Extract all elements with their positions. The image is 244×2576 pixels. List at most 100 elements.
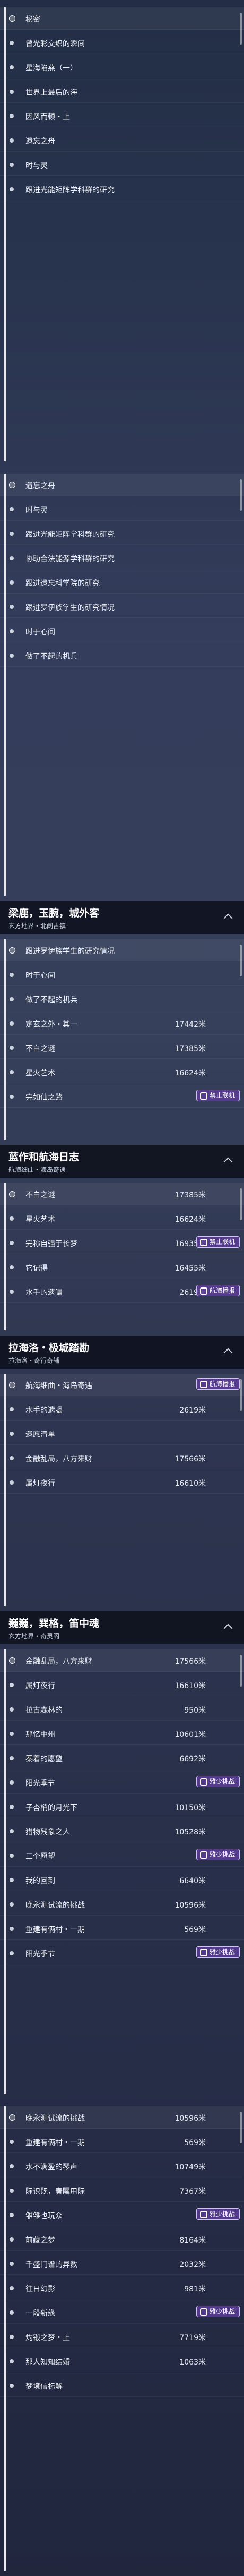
quest-list-item[interactable]: 做了不起的机兵 xyxy=(0,988,244,1010)
quest-name: 往日幻影 xyxy=(25,2285,55,2293)
quest-list-item[interactable]: 前藏之梦 8164米 xyxy=(0,2228,244,2251)
quest-list-item[interactable]: 金融乱局，八方来财 17566米 xyxy=(0,1649,244,1672)
quest-list-item[interactable]: 雏雏也玩众 雅少挑战 xyxy=(0,2204,244,2226)
scrollbar[interactable] xyxy=(240,2112,242,2143)
quest-list-item[interactable]: 一段新缘 雅少挑战 xyxy=(0,2301,244,2324)
quest-chapter-header[interactable]: 蓝作和航海日志 航海细曲・海岛奇遇 xyxy=(0,1145,244,1178)
quest-list-item[interactable]: 属灯夜行 16610米 xyxy=(0,1471,244,1494)
quest-list-item[interactable]: 时于心间 xyxy=(0,964,244,986)
quest-list-item[interactable]: 灼锻之梦・上 7719米 xyxy=(0,2326,244,2348)
quest-status-badge: 禁止联机 xyxy=(196,1090,240,1101)
quest-marker-icon xyxy=(10,114,14,118)
quest-marker-icon xyxy=(10,2335,14,2339)
scrollbar[interactable] xyxy=(240,945,242,976)
quest-name: 阳光季节 xyxy=(25,1950,55,1959)
quest-list-item[interactable]: 秦着的愿望 6692米 xyxy=(0,1747,244,1769)
scrollbar[interactable] xyxy=(240,1379,242,1411)
chevron-up-icon[interactable] xyxy=(223,1348,233,1357)
quest-list-item[interactable]: 协助合法能源学科群的研究 xyxy=(0,547,244,569)
quest-list-item[interactable]: 猎物残象之人 10528米 xyxy=(0,1820,244,1842)
quest-list-item[interactable]: 子杏梢的月光下 10150米 xyxy=(0,1796,244,1818)
quest-name: 因风而顿・上 xyxy=(25,113,70,121)
chevron-up-icon[interactable] xyxy=(223,1624,233,1633)
quest-list-item[interactable]: 曾光彩交织的瞬间 xyxy=(0,32,244,54)
quest-list-item[interactable]: 不白之谜 17385米 xyxy=(0,1183,244,1205)
quest-list-item[interactable]: 它记得 16455米 xyxy=(0,1256,244,1278)
chevron-up-icon[interactable] xyxy=(223,913,233,923)
quest-list-item[interactable]: 因风而顿・上 xyxy=(0,105,244,127)
quest-list-item[interactable]: 跟进光能矩阵学科群的研究 xyxy=(0,523,244,545)
quest-chapter-header[interactable]: 梁鹿，玉腕，城外客 玄方地界・北阔古镇 xyxy=(0,901,244,934)
quest-list-item[interactable]: 千盛门谱的异数 2032米 xyxy=(0,2253,244,2275)
chapter-location: 玄方地界・奇灵阁 xyxy=(8,1633,60,1640)
quest-list-item[interactable]: 拉古森林的 950米 xyxy=(0,1698,244,1721)
quest-list-item[interactable]: 晚永测试流的挑战 10596米 xyxy=(0,2106,244,2129)
quest-list-item[interactable]: 时与灵 xyxy=(0,498,244,521)
quest-list-item[interactable]: 秘密 xyxy=(0,7,244,30)
quest-list-item[interactable]: 跟进遗忘科学院的研究 xyxy=(0,571,244,594)
quest-list-item[interactable]: 梦境信标解 xyxy=(0,2375,244,2397)
quest-list-item[interactable]: 那忆中州 10601米 xyxy=(0,1723,244,1745)
quest-distance: 17566米 xyxy=(175,1455,206,1463)
quest-list-item[interactable]: 属灯夜行 16610米 xyxy=(0,1674,244,1696)
quest-list-item[interactable]: 阳光季节 雅少挑战 xyxy=(0,1942,244,1964)
quest-list-item[interactable]: 时与灵 xyxy=(0,154,244,176)
quest-list-item[interactable]: 完如仙之路 禁止联机 xyxy=(0,1086,244,1108)
quest-list-item[interactable]: 遗忘之舟 xyxy=(0,129,244,152)
quest-list-item[interactable]: 水不满盈的琴声 10749米 xyxy=(0,2155,244,2177)
quest-list-item[interactable]: 遗忘之舟 xyxy=(0,474,244,496)
quest-marker-icon xyxy=(10,163,14,167)
quest-chapter-header[interactable]: 巍巍，巽格，笛中魂 玄方地界・奇灵阁 xyxy=(0,1611,244,1644)
quest-marker-icon xyxy=(10,605,14,609)
quest-name: 不白之谜 xyxy=(25,1191,55,1199)
quest-list-item[interactable]: 星火艺术 16624米 xyxy=(0,1207,244,1230)
quest-list-item[interactable]: 重建有俩村・一期 569米 xyxy=(0,1918,244,1940)
quest-list-item[interactable]: 际识既，奏瞩用际 7367米 xyxy=(0,2180,244,2202)
quest-name: 星火艺术 xyxy=(25,1069,55,1078)
scrollbar[interactable] xyxy=(240,1188,242,1220)
quest-list-item[interactable]: 定玄之外・其一 17442米 xyxy=(0,1012,244,1035)
quest-marker-icon xyxy=(10,138,14,143)
quest-list-item[interactable]: 跟进罗伊族学生的研究情况 xyxy=(0,939,244,961)
quest-name: 金融乱局，八方来财 xyxy=(25,1455,92,1463)
quest-list-item[interactable]: 阳光季节 雅少挑战 xyxy=(0,1771,244,1794)
quest-list-item[interactable]: 三个愿望 雅少挑战 xyxy=(0,1845,244,1867)
quest-list-item[interactable]: 水手的遗嘱 2619米 航海播报 xyxy=(0,1281,244,1303)
scrollbar[interactable] xyxy=(240,1655,242,1687)
chevron-up-icon[interactable] xyxy=(223,1157,233,1167)
quest-list-item[interactable]: 往日幻影 981米 xyxy=(0,2277,244,2299)
quest-list-item[interactable]: 那人知知结婚 1063米 xyxy=(0,2350,244,2372)
quest-name: 前藏之梦 xyxy=(25,2236,55,2245)
quest-marker-icon xyxy=(10,654,14,658)
quest-list-item[interactable]: 星火艺术 16624米 xyxy=(0,1061,244,1083)
quest-marker-icon xyxy=(9,1191,15,1197)
quest-marker-icon xyxy=(9,15,15,22)
quest-marker-icon xyxy=(10,1732,14,1736)
quest-list-item[interactable]: 星海陷燕（一） xyxy=(0,56,244,78)
quest-list-item[interactable]: 遗愿清单 xyxy=(0,1423,244,1445)
quest-list-item[interactable]: 跟进光能矩阵学科群的研究 xyxy=(0,178,244,200)
quest-list-item[interactable]: 晚永测试流的挑战 10596米 xyxy=(0,1893,244,1916)
quest-list-item[interactable]: 我的回到 6640米 xyxy=(0,1869,244,1891)
quest-list-item[interactable]: 跟进罗伊族学生的研究情况 xyxy=(0,596,244,618)
quest-list-item[interactable]: 时于心间 xyxy=(0,620,244,642)
quest-list-item[interactable]: 重建有俩村・一期 569米 xyxy=(0,2131,244,2153)
quest-name: 晚永测试流的挑战 xyxy=(25,2114,85,2123)
quest-name: 世界上最后的海 xyxy=(25,89,77,97)
quest-list-item[interactable]: 航海细曲・海岛奇遇 航海播报 xyxy=(0,1374,244,1396)
quest-list-item[interactable]: 做了不起的机兵 xyxy=(0,645,244,667)
quest-distance: 10596米 xyxy=(175,1901,206,1910)
quest-distance: 1063米 xyxy=(179,2358,206,2367)
quest-chapter-header[interactable]: 拉海洛・极城踏勘 拉海洛・奇行奇辅 xyxy=(0,1336,244,1369)
quest-distance: 16610米 xyxy=(175,1479,206,1488)
quest-list-item[interactable]: 世界上最后的海 xyxy=(0,81,244,103)
scrollbar[interactable] xyxy=(240,13,242,45)
quest-list-item[interactable]: 完称自强于长梦 16935米 禁止联机 xyxy=(0,1232,244,1254)
quest-distance: 10150米 xyxy=(175,1804,206,1812)
quest-list-item[interactable]: 不白之谜 17385米 xyxy=(0,1037,244,1059)
scrollbar[interactable] xyxy=(240,479,242,511)
quest-marker-icon xyxy=(9,1382,15,1388)
quest-list-item[interactable]: 水手的遗嘱 2619米 xyxy=(0,1398,244,1421)
quest-marker-icon xyxy=(10,187,14,191)
quest-list-item[interactable]: 金融乱局，八方来财 17566米 xyxy=(0,1447,244,1469)
